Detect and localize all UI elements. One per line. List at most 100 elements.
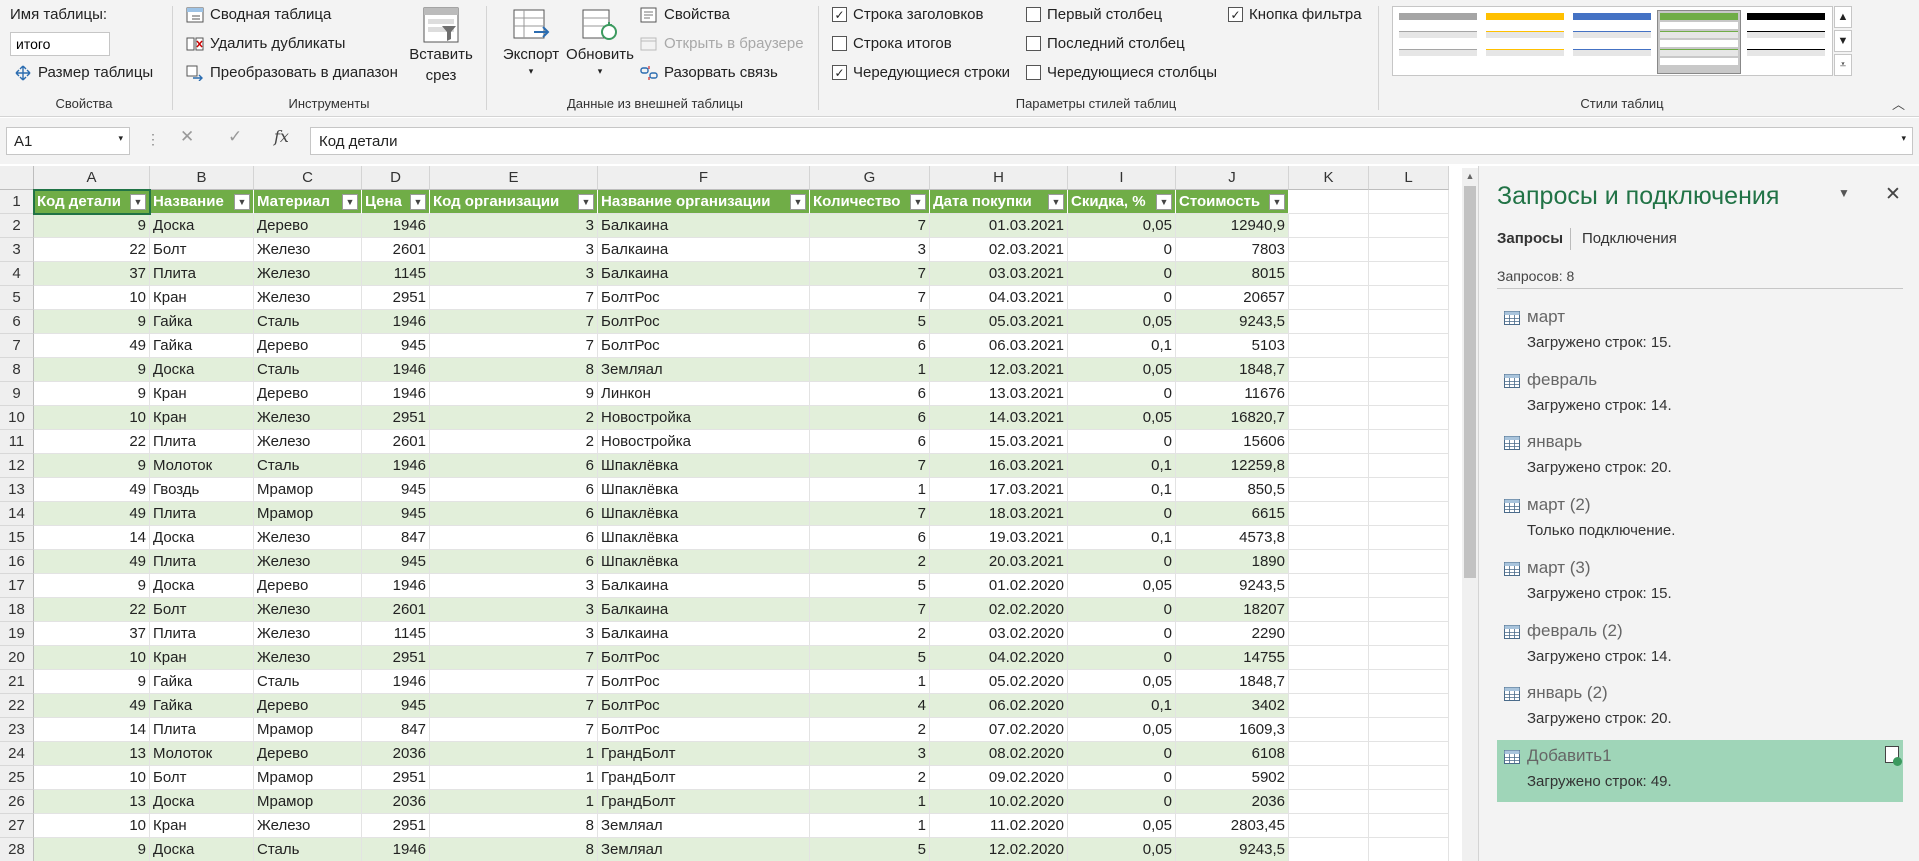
table-cell[interactable]: 0 [1068, 622, 1176, 646]
table-cell[interactable]: 0,1 [1068, 526, 1176, 550]
table-cell[interactable]: 1 [430, 766, 598, 790]
table-cell[interactable] [1289, 214, 1369, 238]
table-cell[interactable]: 3 [430, 598, 598, 622]
column-header[interactable]: E [430, 166, 598, 190]
table-cell[interactable] [1289, 502, 1369, 526]
table-cell[interactable]: 5 [810, 838, 930, 861]
table-cell[interactable]: 0,05 [1068, 838, 1176, 861]
table-cell[interactable]: 14 [34, 526, 150, 550]
table-cell[interactable]: Балкаина [598, 262, 810, 286]
table-cell[interactable] [1369, 502, 1449, 526]
query-item[interactable]: февраль Загружено строк: 14. [1497, 364, 1903, 426]
table-cell[interactable]: 1946 [362, 454, 430, 478]
table-header-cell[interactable]: Код детали ▼ [34, 190, 150, 214]
table-cell[interactable]: Железо [254, 598, 362, 622]
table-cell[interactable] [1369, 526, 1449, 550]
checkbox-first-column[interactable]: Первый столбец [1026, 6, 1162, 23]
table-cell[interactable] [1289, 430, 1369, 454]
table-cell[interactable]: Железо [254, 646, 362, 670]
table-cell[interactable]: 37 [34, 262, 150, 286]
table-cell[interactable]: 7 [810, 262, 930, 286]
table-cell[interactable]: 19.03.2021 [930, 526, 1068, 550]
table-cell[interactable]: 04.03.2021 [930, 286, 1068, 310]
table-cell[interactable]: Сталь [254, 310, 362, 334]
table-cell[interactable]: 2951 [362, 814, 430, 838]
table-cell[interactable]: Линкон [598, 382, 810, 406]
table-cell[interactable]: 22 [34, 598, 150, 622]
table-cell[interactable] [1289, 262, 1369, 286]
query-item[interactable]: Добавить1 Загружено строк: 49. [1497, 739, 1903, 802]
row-header[interactable]: 5 [0, 286, 34, 310]
table-cell[interactable]: 10.02.2020 [930, 790, 1068, 814]
table-cell[interactable] [1369, 838, 1449, 861]
table-cell[interactable]: 05.03.2021 [930, 310, 1068, 334]
table-cell[interactable] [1369, 262, 1449, 286]
table-cell[interactable]: 1609,3 [1176, 718, 1289, 742]
table-cell[interactable]: 9243,5 [1176, 310, 1289, 334]
table-cell[interactable]: 04.02.2020 [930, 646, 1068, 670]
table-cell[interactable] [1289, 718, 1369, 742]
row-header[interactable]: 11 [0, 430, 34, 454]
table-cell[interactable]: 9 [34, 574, 150, 598]
table-cell[interactable]: 0 [1068, 238, 1176, 262]
formula-input[interactable]: Код детали ▾ [310, 127, 1913, 155]
table-cell[interactable]: 09.02.2020 [930, 766, 1068, 790]
table-cell[interactable]: 0,1 [1068, 334, 1176, 358]
pane-close-icon[interactable]: ✕ [1885, 183, 1901, 206]
worksheet-grid[interactable]: A B C D E F G H I J K L 1 2 3 4 5 6 7 8 9 10 11 12 13 14 15 16 17 18 1… [0, 166, 1455, 861]
query-item[interactable]: январь (2) Загружено строк: 20. [1497, 677, 1903, 739]
table-cell[interactable]: БолтРос [598, 334, 810, 358]
table-cell[interactable]: 0,1 [1068, 478, 1176, 502]
refresh-button[interactable]: Обновить ▾ [566, 6, 634, 77]
table-cell[interactable]: 0 [1068, 430, 1176, 454]
row-header[interactable]: 16 [0, 550, 34, 574]
table-cell[interactable]: 2 [430, 430, 598, 454]
row-header[interactable]: 19 [0, 622, 34, 646]
table-cell[interactable]: 13 [34, 790, 150, 814]
convert-to-range-button[interactable]: Преобразовать в диапазон [186, 64, 398, 81]
collapse-ribbon-icon[interactable]: ︿ [1892, 94, 1905, 113]
open-in-browser-button[interactable]: Открыть в браузере [640, 35, 804, 52]
table-cell[interactable]: 7 [430, 718, 598, 742]
table-cell[interactable] [1369, 550, 1449, 574]
table-cell[interactable] [1289, 838, 1369, 861]
table-cell[interactable]: 1 [810, 790, 930, 814]
table-cell[interactable] [1289, 814, 1369, 838]
table-cell[interactable]: 0 [1068, 646, 1176, 670]
table-cell[interactable] [1369, 766, 1449, 790]
column-header[interactable]: H [930, 166, 1068, 190]
row-header[interactable]: 24 [0, 742, 34, 766]
table-cell[interactable] [1369, 742, 1449, 766]
filter-dropdown-icon[interactable]: ▼ [1269, 194, 1285, 210]
table-cell[interactable]: 6 [810, 382, 930, 406]
table-cell[interactable]: 6 [430, 478, 598, 502]
checkbox-banded-columns-box[interactable] [1026, 65, 1041, 80]
unlink-button[interactable]: Разорвать связь [640, 64, 778, 81]
table-cell[interactable] [1369, 430, 1449, 454]
table-cell[interactable]: 0 [1068, 742, 1176, 766]
table-cell[interactable]: 3 [430, 574, 598, 598]
table-cell[interactable]: Доска [150, 790, 254, 814]
table-cell[interactable]: Шпаклёвка [598, 526, 810, 550]
table-cell[interactable]: 2036 [362, 790, 430, 814]
checkbox-filter-button[interactable]: ✓ Кнопка фильтра [1228, 6, 1362, 23]
table-cell[interactable]: Кран [150, 406, 254, 430]
table-cell[interactable]: 9 [34, 670, 150, 694]
table-cell[interactable]: 49 [34, 478, 150, 502]
table-cell[interactable]: Гайка [150, 334, 254, 358]
table-cell[interactable]: 2290 [1176, 622, 1289, 646]
row-header[interactable]: 22 [0, 694, 34, 718]
remove-duplicates-button[interactable]: Удалить дубликаты [186, 35, 345, 52]
table-cell[interactable]: 1946 [362, 382, 430, 406]
table-header-cell[interactable]: Количество ▼ [810, 190, 930, 214]
row-header[interactable]: 14 [0, 502, 34, 526]
row-header[interactable]: 26 [0, 790, 34, 814]
table-cell[interactable]: 2951 [362, 646, 430, 670]
gallery-scroll-down[interactable]: ▼ [1834, 30, 1852, 52]
table-cell[interactable]: Гайка [150, 310, 254, 334]
table-cell[interactable]: 9243,5 [1176, 574, 1289, 598]
table-cell[interactable]: 7 [430, 334, 598, 358]
row-header[interactable]: 20 [0, 646, 34, 670]
table-cell[interactable]: Шпаклёвка [598, 454, 810, 478]
table-cell[interactable]: 5 [810, 310, 930, 334]
